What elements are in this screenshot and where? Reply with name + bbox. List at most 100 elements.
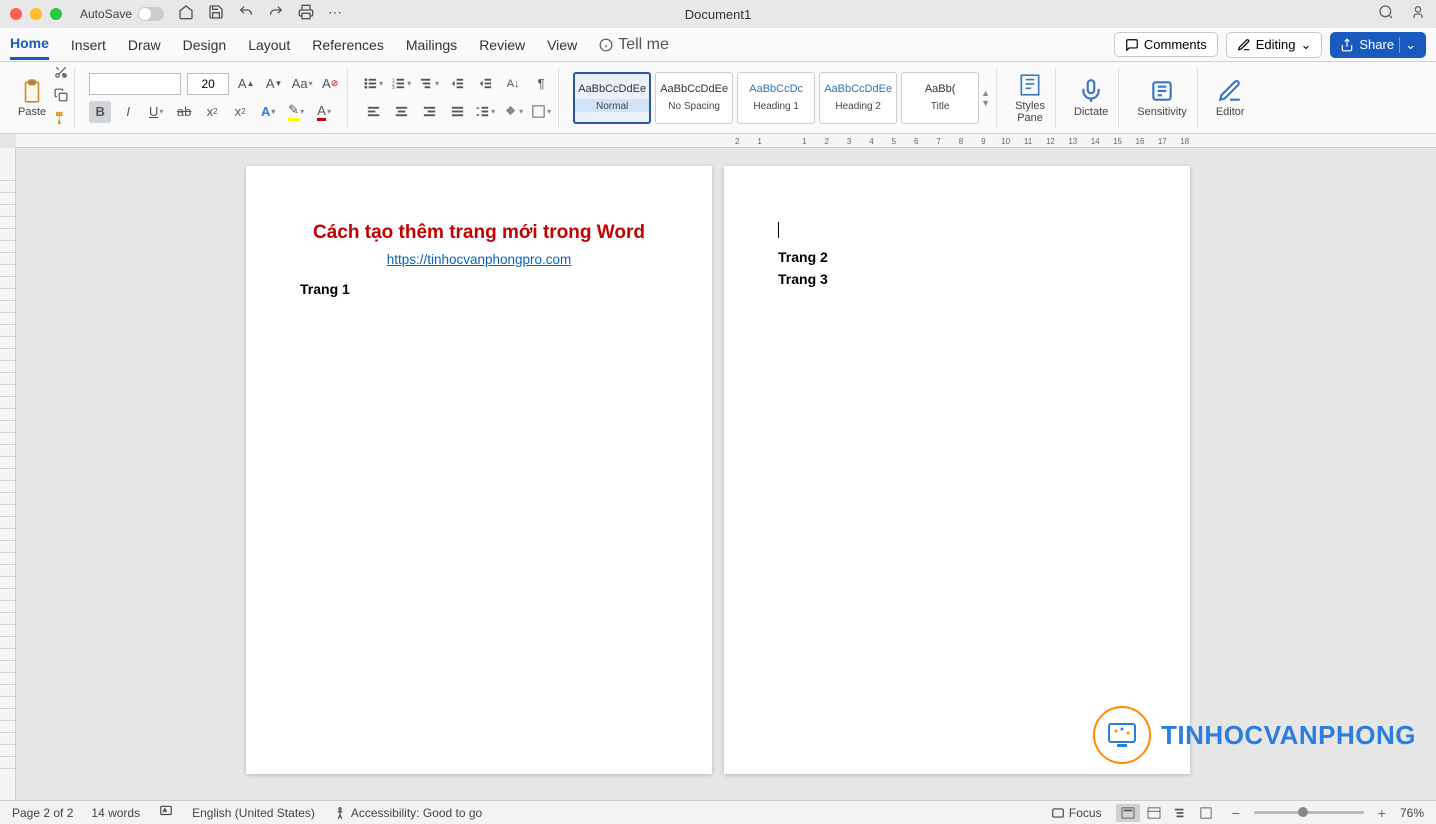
tab-design[interactable]: Design bbox=[183, 31, 227, 59]
shading-icon[interactable]: ▾ bbox=[502, 101, 524, 123]
focus-mode[interactable]: Focus bbox=[1051, 806, 1102, 820]
style-heading-1[interactable]: AaBbCcDcHeading 1 bbox=[737, 72, 815, 124]
line-spacing-icon[interactable]: ▾ bbox=[474, 101, 496, 123]
zoom-percent[interactable]: 76% bbox=[1400, 806, 1424, 820]
language[interactable]: English (United States) bbox=[192, 806, 315, 820]
web-layout-icon[interactable] bbox=[1142, 804, 1166, 822]
change-case-icon[interactable]: Aa▾ bbox=[291, 73, 313, 95]
cut-icon[interactable] bbox=[54, 65, 68, 84]
style-title[interactable]: AaBb(Title bbox=[901, 72, 979, 124]
save-icon[interactable] bbox=[208, 4, 224, 25]
style-label: Heading 1 bbox=[738, 99, 814, 112]
dictate-button[interactable]: Dictate bbox=[1070, 76, 1112, 120]
numbering-icon[interactable]: 123▾ bbox=[390, 73, 412, 95]
search-icon[interactable] bbox=[1378, 4, 1394, 25]
tab-review[interactable]: Review bbox=[479, 31, 525, 59]
home-icon[interactable] bbox=[178, 4, 194, 25]
align-left-icon[interactable] bbox=[362, 101, 384, 123]
tell-me[interactable]: Tell me bbox=[599, 36, 669, 54]
minimize-window-icon[interactable] bbox=[30, 8, 42, 20]
tab-home[interactable]: Home bbox=[10, 29, 49, 60]
share-button[interactable]: Share ⌄ bbox=[1330, 32, 1426, 58]
borders-icon[interactable]: ▾ bbox=[530, 101, 552, 123]
strike-button[interactable]: ab bbox=[173, 101, 195, 123]
titlebar: AutoSave ⋯ Document1 bbox=[0, 0, 1436, 28]
clear-format-icon[interactable]: A⊘ bbox=[319, 73, 341, 95]
maximize-window-icon[interactable] bbox=[50, 8, 62, 20]
page-2[interactable]: Trang 2 Trang 3 bbox=[724, 166, 1190, 774]
decrease-font-icon[interactable]: A▼ bbox=[263, 73, 285, 95]
tab-layout[interactable]: Layout bbox=[248, 31, 290, 59]
zoom-slider[interactable] bbox=[1254, 811, 1364, 814]
bold-button[interactable]: B bbox=[89, 101, 111, 123]
paste-button[interactable]: Paste bbox=[14, 76, 50, 120]
tab-insert[interactable]: Insert bbox=[71, 31, 106, 59]
word-count[interactable]: 14 words bbox=[91, 806, 140, 820]
editing-label: Editing bbox=[1256, 37, 1296, 52]
page-count[interactable]: Page 2 of 2 bbox=[12, 806, 73, 820]
ruler-tick: 15 bbox=[1106, 137, 1128, 146]
bullets-icon[interactable]: ▾ bbox=[362, 73, 384, 95]
style-no-spacing[interactable]: AaBbCcDdEeNo Spacing bbox=[655, 72, 733, 124]
tab-mailings[interactable]: Mailings bbox=[406, 31, 457, 59]
indent-decrease-icon[interactable] bbox=[446, 73, 468, 95]
quick-access-toolbar: ⋯ bbox=[178, 4, 342, 25]
doc-link[interactable]: https://tinhocvanphongpro.com bbox=[300, 252, 658, 267]
pilcrow-icon[interactable]: ¶ bbox=[530, 73, 552, 95]
underline-button[interactable]: U▾ bbox=[145, 101, 167, 123]
accessibility-status[interactable]: Accessibility: Good to go bbox=[333, 806, 482, 820]
increase-font-icon[interactable]: A▲ bbox=[235, 73, 257, 95]
zoom-in-icon[interactable]: + bbox=[1378, 805, 1386, 821]
spellcheck-icon[interactable] bbox=[158, 804, 174, 821]
page-1[interactable]: Cách tạo thêm trang mới trong Word https… bbox=[246, 166, 712, 774]
ribbon: Paste A▲ A▼ Aa▾ A⊘ B I U▾ ab x2 x bbox=[0, 62, 1436, 134]
comments-button[interactable]: Comments bbox=[1114, 32, 1218, 57]
superscript-button[interactable]: x2 bbox=[229, 101, 251, 123]
close-window-icon[interactable] bbox=[10, 8, 22, 20]
scroll-up-icon[interactable]: ▲ bbox=[981, 88, 990, 98]
ruler-tick: 18 bbox=[1174, 137, 1196, 146]
clipboard-group: Paste bbox=[8, 68, 75, 128]
font-color-icon[interactable]: A▾ bbox=[313, 101, 335, 123]
sensitivity-button[interactable]: Sensitivity bbox=[1133, 76, 1191, 120]
style-normal[interactable]: AaBbCcDdEeNormal bbox=[573, 72, 651, 124]
undo-icon[interactable] bbox=[238, 4, 254, 25]
style-heading-2[interactable]: AaBbCcDdEeHeading 2 bbox=[819, 72, 897, 124]
print-icon[interactable] bbox=[298, 4, 314, 25]
autosave-toggle[interactable]: AutoSave bbox=[80, 7, 164, 21]
italic-button[interactable]: I bbox=[117, 101, 139, 123]
copy-icon[interactable] bbox=[54, 88, 68, 107]
align-center-icon[interactable] bbox=[390, 101, 412, 123]
multilevel-icon[interactable]: ▾ bbox=[418, 73, 440, 95]
tab-draw[interactable]: Draw bbox=[128, 31, 161, 59]
sort-icon[interactable]: A↓ bbox=[502, 73, 524, 95]
editor-button[interactable]: Editor bbox=[1212, 76, 1249, 120]
more-icon[interactable]: ⋯ bbox=[328, 4, 342, 25]
draft-icon[interactable] bbox=[1194, 804, 1218, 822]
tab-references[interactable]: References bbox=[312, 31, 384, 59]
text-effects-icon[interactable]: A▾ bbox=[257, 101, 279, 123]
font-size-input[interactable] bbox=[187, 73, 229, 95]
outline-icon[interactable] bbox=[1168, 804, 1192, 822]
zoom-out-icon[interactable]: − bbox=[1232, 805, 1240, 821]
editing-button[interactable]: Editing ⌄ bbox=[1226, 32, 1323, 58]
horizontal-ruler[interactable]: 21123456789101112131415161718 bbox=[16, 134, 1436, 148]
styles-gallery: AaBbCcDdEeNormalAaBbCcDdEeNo SpacingAaBb… bbox=[573, 72, 979, 124]
ruler-tick: 3 bbox=[838, 137, 860, 146]
redo-icon[interactable] bbox=[268, 4, 284, 25]
align-right-icon[interactable] bbox=[418, 101, 440, 123]
font-name-input[interactable] bbox=[89, 73, 181, 95]
account-icon[interactable] bbox=[1410, 4, 1426, 25]
indent-increase-icon[interactable] bbox=[474, 73, 496, 95]
paragraph-group: ▾ 123▾ ▾ A↓ ¶ ▾ ▾ ▾ bbox=[356, 68, 559, 128]
scroll-down-icon[interactable]: ▼ bbox=[981, 98, 990, 108]
toggle-icon[interactable] bbox=[138, 7, 164, 21]
highlight-icon[interactable]: ✎▾ bbox=[285, 101, 307, 123]
justify-icon[interactable] bbox=[446, 101, 468, 123]
subscript-button[interactable]: x2 bbox=[201, 101, 223, 123]
tab-view[interactable]: View bbox=[547, 31, 577, 59]
format-painter-icon[interactable] bbox=[54, 111, 68, 130]
print-layout-icon[interactable] bbox=[1116, 804, 1140, 822]
styles-pane-button[interactable]: Styles Pane bbox=[1011, 70, 1049, 126]
watermark-text: TINHOCVANPHONG bbox=[1161, 720, 1416, 751]
